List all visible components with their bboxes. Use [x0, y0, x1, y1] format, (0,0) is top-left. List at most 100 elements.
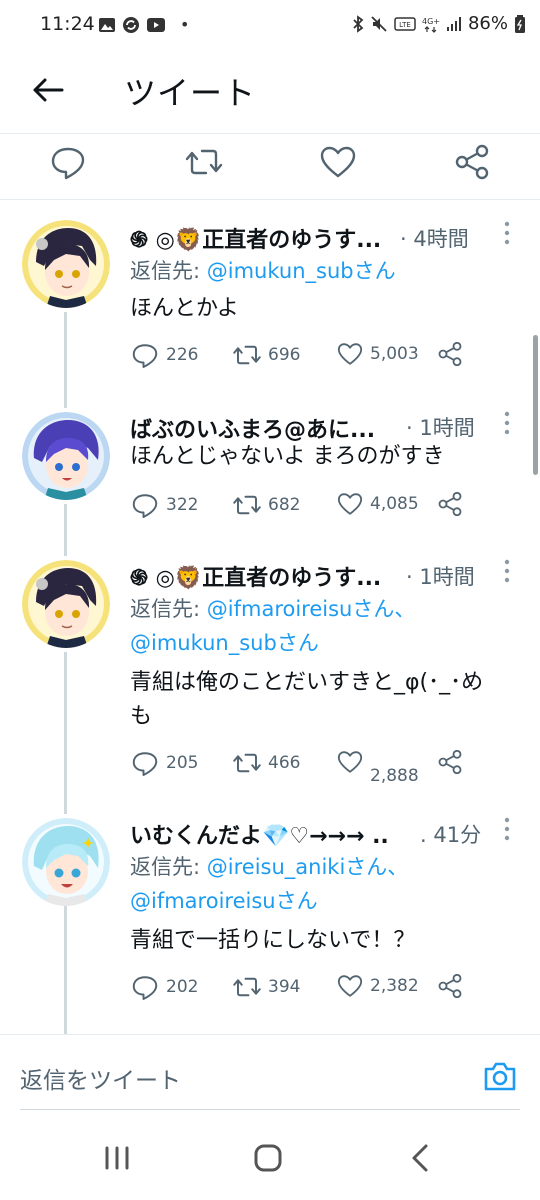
mention-link[interactable]: @imukun_subさん — [207, 259, 396, 283]
reply-count: 205 — [166, 753, 199, 773]
notification-dot: • — [180, 15, 190, 34]
recent-apps-icon[interactable] — [103, 1142, 131, 1174]
more-options-icon[interactable] — [500, 558, 514, 584]
sync-icon — [123, 16, 139, 33]
signal-icon — [446, 16, 461, 31]
tweet-timestamp: · 1時間 — [406, 416, 475, 440]
status-notification-icons: • — [98, 15, 189, 34]
like-icon — [337, 343, 363, 365]
retweet-button[interactable]: 696 — [232, 340, 300, 370]
user-avatar-image — [22, 220, 110, 308]
reply-to-line: 返信先: @ifmaroireisuさん、 — [130, 592, 415, 626]
tweet-text-line: も — [130, 704, 153, 729]
system-navigation-bar — [0, 1114, 540, 1200]
reply-button[interactable]: 202 — [130, 972, 198, 1002]
share-button[interactable] — [436, 748, 464, 776]
tweet-item[interactable]: ֍ ◎🦁正直者のゆうす... · 1時間 返信先: @ifmaroireisuさ… — [0, 556, 540, 814]
more-options-icon[interactable] — [500, 220, 514, 246]
top-app-bar: ツイート — [0, 50, 540, 134]
retweet-count: 696 — [268, 345, 301, 365]
tweet-item[interactable]: いむくんだよ💎♡→→→ .. . 41分 返信先: @ireisu_anikiさ… — [0, 814, 540, 1034]
system-back-icon[interactable] — [406, 1142, 434, 1174]
reply-to-prefix: 返信先: — [130, 259, 207, 283]
mention-link[interactable]: @imukun_subさん — [130, 631, 319, 655]
share-button[interactable] — [436, 340, 464, 368]
bluetooth-icon — [353, 14, 364, 33]
composer-underline — [20, 1109, 520, 1110]
like-count: 5,003 — [370, 344, 419, 364]
tweet-timestamp: · 1時間 — [406, 565, 475, 589]
reply-to-line-2: @imukun_subさん — [130, 626, 319, 660]
retweet-count: 682 — [268, 495, 301, 515]
share-icon — [438, 973, 462, 999]
like-icon — [337, 493, 363, 515]
4g-icon: 4G+ — [422, 17, 440, 33]
user-avatar-image — [22, 560, 110, 648]
avatar[interactable] — [22, 818, 110, 906]
tweet-metrics: 205 466 2,888 — [130, 748, 480, 786]
share-icon[interactable] — [452, 142, 492, 182]
home-icon[interactable] — [252, 1142, 284, 1174]
mention-link[interactable]: @ireisu_anikiさん、 — [207, 855, 409, 879]
tweet-text: 青組は俺のことだいすきと_φ(･_･め も — [130, 666, 520, 734]
reply-composer: 返信をツイート — [0, 1034, 540, 1114]
retweet-button[interactable]: 466 — [232, 748, 300, 778]
mention-link[interactable]: @ifmaroireisuさん、 — [207, 597, 416, 621]
more-options-icon[interactable] — [500, 410, 514, 436]
reply-to-prefix: 返信先: — [130, 855, 207, 879]
mute-icon — [371, 15, 387, 32]
share-button[interactable] — [436, 490, 464, 518]
retweet-count: 394 — [268, 977, 301, 997]
reply-icon[interactable] — [48, 142, 88, 182]
like-icon — [337, 975, 363, 997]
like-button[interactable]: 4,085 — [336, 490, 419, 518]
like-button[interactable]: 5,003 — [336, 340, 419, 368]
reply-input[interactable]: 返信をツイート — [20, 1061, 181, 1095]
like-icon — [337, 751, 363, 773]
display-name[interactable]: ֍ ◎🦁正直者のゆうす... — [130, 560, 381, 592]
tweet-metrics: 226 696 5,003 — [130, 340, 480, 372]
retweet-button[interactable]: 682 — [232, 490, 300, 520]
like-button[interactable]: 2,382 — [336, 972, 419, 1000]
retweet-count: 466 — [268, 753, 301, 773]
youtube-icon — [147, 17, 165, 32]
tweet-metrics: 202 394 2,382 — [130, 972, 480, 1004]
reply-button[interactable]: 322 — [130, 490, 198, 520]
scrollbar-thumb[interactable] — [533, 335, 538, 475]
tweet-item[interactable]: ֍ ◎🦁正直者のゆうす... · 4時間 返信先: @imukun_subさん … — [0, 200, 540, 408]
reply-count: 226 — [166, 345, 199, 365]
reply-count: 322 — [166, 495, 199, 515]
tweet-timestamp: . 41分 — [420, 823, 482, 847]
like-count: 2,888 — [370, 766, 419, 786]
svg-text:4G+: 4G+ — [422, 17, 440, 26]
gallery-icon — [99, 17, 115, 32]
like-icon[interactable] — [318, 142, 358, 182]
retweet-icon[interactable] — [184, 142, 224, 182]
reply-button[interactable]: 205 — [130, 748, 198, 778]
display-name[interactable]: ֍ ◎🦁正直者のゆうす... — [130, 222, 381, 254]
display-name[interactable]: いむくんだよ💎♡→→→ .. — [130, 818, 389, 850]
reply-to-prefix: 返信先: — [130, 597, 207, 621]
main-tweet-action-bar — [0, 134, 540, 200]
battery-percentage: 86% — [467, 13, 508, 34]
back-arrow-icon[interactable] — [30, 72, 66, 108]
reply-icon — [132, 494, 158, 518]
status-time: 11:24 — [40, 13, 95, 35]
tweet-item[interactable]: ばぶのいふまろ@あに... · 1時間 ほんとじゃないよ まろのがすき 322 … — [0, 408, 540, 556]
share-icon — [438, 341, 462, 367]
share-button[interactable] — [436, 972, 464, 1000]
like-button[interactable]: 2,888 — [336, 748, 419, 786]
retweet-icon — [233, 977, 261, 997]
reply-button[interactable]: 226 — [130, 340, 198, 370]
mention-link[interactable]: @ifmaroireisuさん — [130, 889, 318, 913]
tweet-text: ほんとじゃないよ まろのがすき — [130, 444, 445, 469]
more-options-icon[interactable] — [500, 816, 514, 842]
tweet-text-line: 青組は俺のことだいすきと_φ(･_･め — [130, 670, 484, 695]
retweet-button[interactable]: 394 — [232, 972, 300, 1002]
avatar[interactable] — [22, 560, 110, 648]
camera-icon[interactable] — [482, 1059, 518, 1093]
avatar[interactable] — [22, 412, 110, 500]
reply-icon — [132, 344, 158, 368]
avatar[interactable] — [22, 220, 110, 308]
reply-to-line-2: @ifmaroireisuさん — [130, 884, 318, 918]
